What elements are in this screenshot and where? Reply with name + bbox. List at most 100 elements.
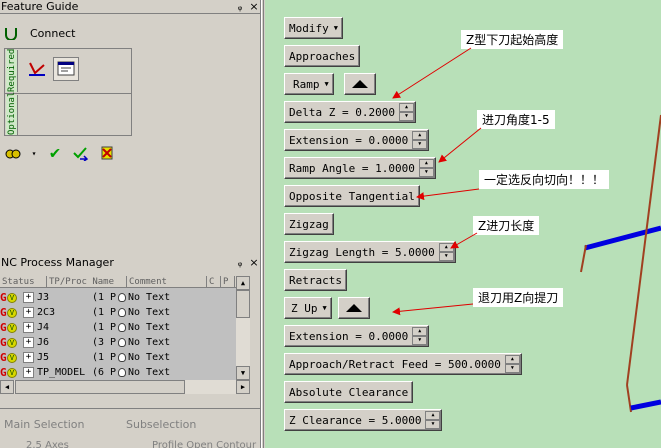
modify-dropdown[interactable]: Modify ▼ — [284, 17, 343, 39]
close-icon[interactable]: × — [247, 256, 261, 269]
expand-icon[interactable]: + — [23, 337, 34, 348]
delta-z-field[interactable]: Delta Z = 0.2000 ▲ ▼ — [284, 101, 416, 123]
scroll-thumb[interactable] — [15, 380, 185, 394]
zigzag-button[interactable]: Zigzag — [284, 213, 334, 235]
table-header: Status TP/Proc Name Comment C P — [0, 276, 250, 288]
process-table: Status TP/Proc Name Comment C P G V + J3 (1… — [0, 276, 250, 380]
expand-icon[interactable]: + — [23, 292, 34, 303]
row-name: J6 — [37, 337, 50, 348]
feed-stepper[interactable]: ▲ ▼ — [504, 355, 520, 373]
status-g-icon: G — [0, 351, 7, 364]
close-icon[interactable]: × — [247, 0, 261, 13]
z-clearance-field[interactable]: Z Clearance = 5.0000 ▲ ▼ — [284, 409, 443, 431]
status-g-icon: G — [0, 366, 7, 379]
feature-guide-toolbar: ▾ ✔ — [4, 143, 116, 163]
expand-icon[interactable]: + — [23, 307, 34, 318]
scroll-thumb[interactable] — [236, 290, 250, 318]
horizontal-scrollbar[interactable]: ◀ ▶ — [0, 380, 250, 394]
cutter-icon[interactable] — [4, 144, 22, 162]
expand-icon[interactable]: + — [23, 322, 34, 333]
subselection-value[interactable]: Profile Open Contour — [152, 440, 256, 448]
pin-icon[interactable]: ᵩ — [233, 0, 247, 13]
table-row[interactable]: G V + J3 (1 P No Text — [0, 290, 236, 305]
table-row[interactable]: G V + J6 (3 P No Text — [0, 335, 236, 350]
row-count: (1 P — [92, 322, 117, 333]
checkmark-icon[interactable]: ✔ — [46, 143, 64, 163]
parameters-icon[interactable] — [53, 57, 79, 81]
pin-icon[interactable]: ᵩ — [233, 256, 247, 269]
scroll-right-icon[interactable]: ▶ — [236, 380, 250, 394]
col-p[interactable]: P — [221, 276, 235, 287]
ramp-dropdown[interactable]: Ramp ▼ — [284, 73, 334, 95]
annotation-delta-z: Z型下刀起始高度 — [461, 30, 564, 49]
absolute-clearance-button[interactable]: Absolute Clearance — [284, 381, 414, 403]
zigzag-length-value: Zigzag Length = 5.0000 — [289, 245, 435, 259]
cancel-icon[interactable] — [98, 144, 116, 162]
row-count: (1 P — [92, 307, 117, 318]
row-count: (3 P — [92, 337, 117, 348]
retract-extension-stepper[interactable]: ▲ ▼ — [412, 327, 428, 345]
opposite-tangential-button[interactable]: Opposite Tangential — [284, 185, 420, 207]
feature-guide-title: Feature Guide — [1, 0, 79, 13]
retracts-label: Retracts — [289, 273, 342, 287]
bulb-icon — [118, 353, 126, 362]
triangle-icon — [346, 304, 362, 312]
main-selection-value[interactable]: 2.5 Axes — [26, 440, 69, 448]
table-row[interactable]: G V + TP_MODEL (6 P No Text — [0, 365, 236, 380]
chevron-down-icon[interactable]: ▾ — [30, 144, 38, 162]
z-up-dropdown[interactable]: Z Up ▼ — [284, 297, 332, 319]
table-row[interactable]: G V + 2C3 (1 P No Text — [0, 305, 236, 320]
divider — [0, 13, 261, 14]
approaches-button[interactable]: Approaches — [284, 45, 361, 67]
ramp-angle-stepper[interactable]: ▲ ▼ — [418, 159, 434, 177]
bulb-icon — [118, 308, 126, 317]
connect-label: Connect — [30, 26, 76, 40]
row-comment: No Text — [128, 337, 171, 348]
scroll-left-icon[interactable]: ◀ — [0, 380, 14, 394]
annotation-ramp-angle: 进刀角度1-5 — [477, 110, 555, 129]
ramp-angle-value: Ramp Angle = 1.0000 — [289, 161, 415, 175]
z-up-label: Z Up — [291, 301, 318, 315]
col-c[interactable]: C — [207, 276, 221, 287]
table-row[interactable]: G V + J4 (1 P No Text — [0, 320, 236, 335]
tab-required[interactable]: Required — [6, 49, 18, 92]
feed-value: Approach/Retract Feed = 500.0000 — [289, 357, 501, 371]
zigzag-length-field[interactable]: Zigzag Length = 5.0000 ▲ ▼ — [284, 241, 456, 263]
col-status[interactable]: Status — [0, 276, 47, 287]
delta-z-stepper[interactable]: ▲ ▼ — [398, 103, 414, 121]
check-arrow-icon[interactable] — [72, 144, 90, 162]
extension-stepper[interactable]: ▲ ▼ — [412, 131, 428, 149]
scroll-down-icon[interactable]: ▼ — [236, 366, 250, 380]
geometry-icon[interactable] — [27, 59, 47, 79]
splitter[interactable] — [261, 0, 264, 448]
zigzag-length-stepper[interactable]: ▲ ▼ — [438, 243, 454, 261]
table-row[interactable]: G V + J5 (1 P No Text — [0, 350, 236, 365]
status-v-icon: V — [7, 307, 17, 318]
col-name[interactable]: TP/Proc Name — [47, 276, 127, 287]
vertical-scrollbar[interactable]: ▲ ▼ — [236, 276, 250, 380]
retract-extension-field[interactable]: Extension = 0.0000 ▲ ▼ — [284, 325, 430, 347]
tab-optional[interactable]: Optional — [6, 92, 18, 135]
delta-z-value: Delta Z = 0.2000 — [289, 105, 395, 119]
connect-step[interactable]: Connect — [4, 26, 75, 40]
extension-field[interactable]: Extension = 0.0000 ▲ ▼ — [284, 129, 430, 151]
retracts-button[interactable]: Retracts — [284, 269, 347, 291]
col-comment[interactable]: Comment — [127, 276, 207, 287]
expand-icon[interactable]: + — [23, 352, 34, 363]
row-comment: No Text — [128, 307, 171, 318]
scroll-up-icon[interactable]: ▲ — [236, 276, 250, 290]
status-g-icon: G — [0, 321, 7, 334]
ramp-angle-field[interactable]: Ramp Angle = 1.0000 ▲ ▼ — [284, 157, 436, 179]
extension-value: Extension = 0.0000 — [289, 133, 409, 147]
z-up-preview-button[interactable] — [338, 297, 370, 319]
graphics-area[interactable]: Modify ▼ Approaches Ramp ▼ Delta Z = 0.200… — [265, 0, 661, 448]
feed-field[interactable]: Approach/Retract Feed = 500.0000 ▲ ▼ — [284, 353, 522, 375]
ramp-preview-button[interactable] — [344, 73, 376, 95]
z-clearance-stepper[interactable]: ▲ ▼ — [425, 411, 441, 429]
step-panel: Required Optional — [4, 48, 132, 136]
status-v-icon: V — [7, 292, 17, 303]
divider — [0, 408, 261, 409]
annotation-opposite-tangential: 一定选反向切向！！！ — [479, 170, 610, 189]
expand-icon[interactable]: + — [23, 367, 34, 378]
row-count: (1 P — [92, 352, 117, 363]
